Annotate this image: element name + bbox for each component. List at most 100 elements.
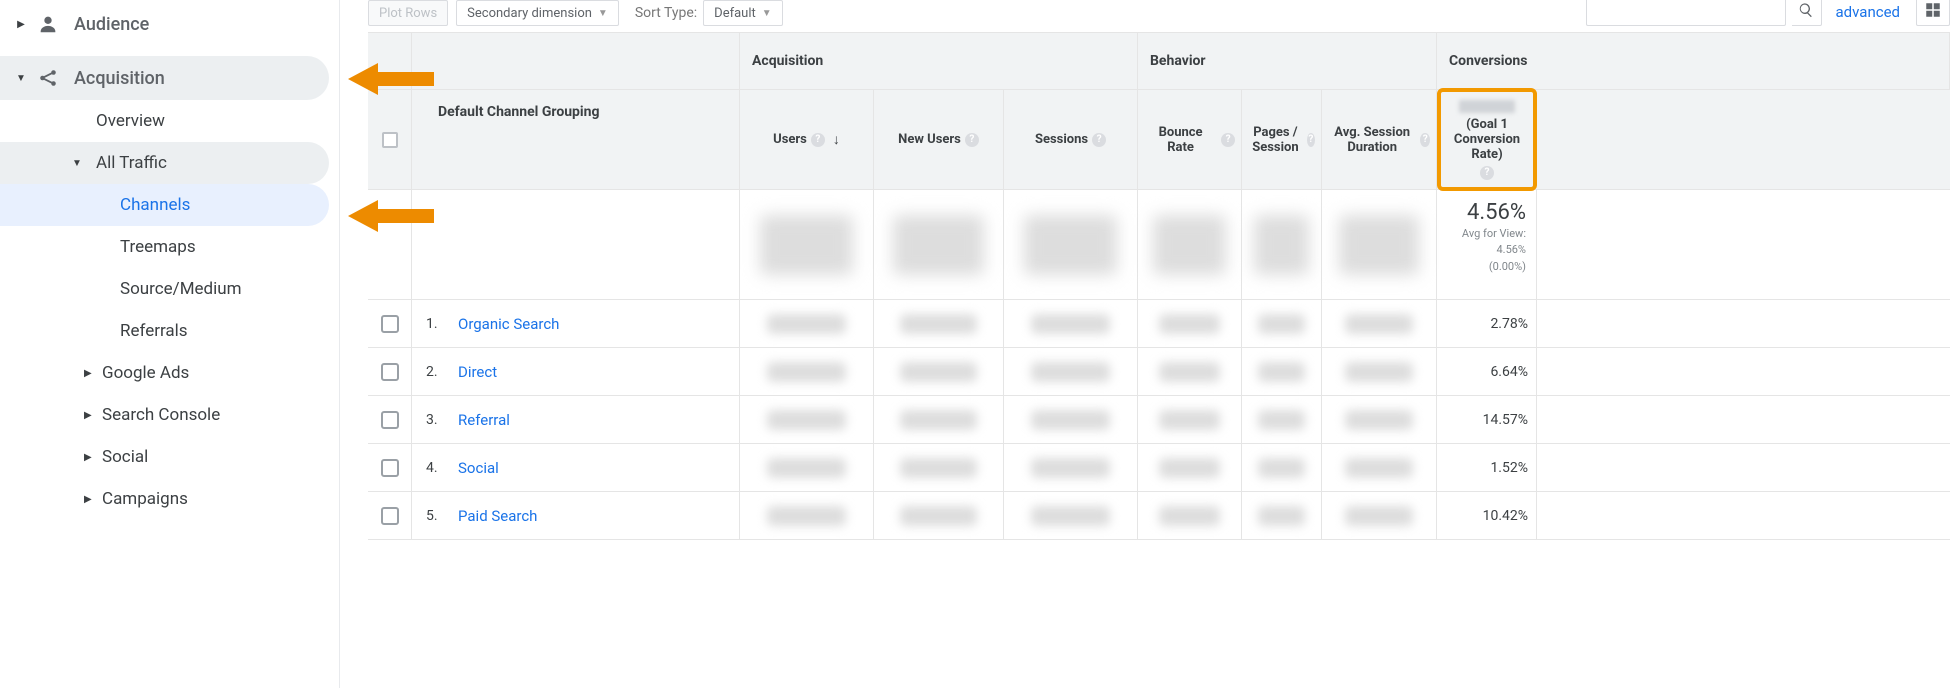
- redacted-value: [1345, 458, 1413, 478]
- table-view-button[interactable]: [1916, 0, 1950, 26]
- sidebar-label: Campaigns: [102, 489, 188, 509]
- help-icon[interactable]: ?: [1420, 133, 1430, 147]
- sidebar-item-audience[interactable]: ▶ Audience: [0, 2, 329, 46]
- select-all-checkbox[interactable]: [382, 132, 398, 148]
- row-checkbox-cell: [368, 396, 412, 443]
- sidebar-item-google-ads[interactable]: ▶ Google Ads: [0, 352, 329, 394]
- redacted-value: [1031, 410, 1111, 430]
- redacted-cell: [1322, 348, 1437, 395]
- redacted-value: [1031, 314, 1111, 334]
- grid-icon: [1924, 1, 1942, 23]
- help-icon[interactable]: ?: [811, 133, 825, 147]
- redacted-value: [1159, 314, 1221, 334]
- caret-down-icon: ▼: [72, 158, 82, 169]
- redacted-value: [767, 506, 847, 526]
- sidebar-item-overview[interactable]: Overview: [0, 100, 339, 142]
- metric-header-users[interactable]: Users?↓: [740, 90, 874, 189]
- goal1-cell: 6.64%: [1437, 348, 1537, 395]
- sidebar-item-treemaps[interactable]: Treemaps: [0, 226, 329, 268]
- table-search-input[interactable]: [1586, 0, 1786, 26]
- redacted-cell: [1138, 396, 1242, 443]
- metric-header-new-users[interactable]: New Users?: [874, 90, 1004, 189]
- channel-link[interactable]: Direct: [458, 363, 497, 381]
- redacted-value: [1159, 362, 1221, 382]
- row-number: 4.: [426, 460, 444, 476]
- sidebar-label: Source/Medium: [120, 279, 242, 299]
- goal1-cell: 1.52%: [1437, 444, 1537, 491]
- sort-type-dropdown[interactable]: Default ▼: [703, 0, 783, 26]
- redacted-cell: [1322, 300, 1437, 347]
- row-checkbox[interactable]: [381, 315, 399, 333]
- table-row: 3.Referral14.57%: [368, 396, 1950, 444]
- sidebar-item-search-console[interactable]: ▶ Search Console: [0, 394, 329, 436]
- metric-label: Sessions: [1035, 132, 1088, 147]
- row-checkbox[interactable]: [381, 507, 399, 525]
- help-icon[interactable]: ?: [1092, 133, 1106, 147]
- metric-label: New Users: [898, 132, 961, 147]
- button-label: Plot Rows: [379, 6, 437, 21]
- sort-type-label: Sort Type:: [635, 5, 697, 21]
- metric-label: Avg. Session Duration: [1328, 125, 1416, 155]
- channel-link[interactable]: Paid Search: [458, 507, 537, 525]
- caret-right-icon: ▶: [14, 19, 28, 30]
- row-checkbox[interactable]: [381, 459, 399, 477]
- summary-goal1: 4.56% Avg for View: 4.56% (0.00%): [1437, 190, 1537, 299]
- annotation-arrow-icon: [348, 196, 434, 236]
- dimension-cell: 5.Paid Search: [412, 492, 740, 539]
- metric-header-avg-duration[interactable]: Avg. Session Duration?: [1322, 90, 1437, 189]
- channel-link[interactable]: Referral: [458, 411, 510, 429]
- row-checkbox-cell: [368, 348, 412, 395]
- search-button[interactable]: [1792, 0, 1822, 26]
- help-icon[interactable]: ?: [1221, 133, 1235, 147]
- channels-table: Default Channel Grouping Acquisition Beh…: [368, 32, 1950, 540]
- person-icon: [36, 12, 60, 36]
- redacted-cell: [1322, 396, 1437, 443]
- row-checkbox[interactable]: [381, 363, 399, 381]
- advanced-filter-link[interactable]: advanced: [1836, 3, 1900, 21]
- channel-link[interactable]: Social: [458, 459, 499, 477]
- redacted-cell: [1138, 300, 1242, 347]
- channel-link[interactable]: Organic Search: [458, 315, 559, 333]
- table-row: 1.Organic Search2.78%: [368, 300, 1950, 348]
- redacted-value: [1254, 215, 1309, 275]
- metric-header-goal1-highlighted[interactable]: (Goal 1 Conversion Rate) ?: [1437, 88, 1537, 191]
- summary-value: 4.56%: [1467, 200, 1526, 225]
- redacted-cell: [1242, 444, 1322, 491]
- row-checkbox[interactable]: [381, 411, 399, 429]
- goal1-cell: 14.57%: [1437, 396, 1537, 443]
- help-icon[interactable]: ?: [965, 133, 979, 147]
- spacer: [412, 190, 740, 299]
- sidebar-item-campaigns[interactable]: ▶ Campaigns: [0, 478, 329, 520]
- table-row: 4. Social 1.52%: [368, 444, 1950, 492]
- secondary-dimension-dropdown[interactable]: Secondary dimension ▼: [456, 0, 619, 26]
- sidebar-item-referrals[interactable]: Referrals: [0, 310, 329, 352]
- chevron-down-icon: ▼: [762, 8, 772, 19]
- metric-label: Users: [773, 132, 807, 147]
- sidebar-item-source-medium[interactable]: Source/Medium: [0, 268, 329, 310]
- summary-sub: Avg for View:: [1462, 227, 1526, 241]
- sort-type-control: Sort Type: Default ▼: [635, 0, 783, 26]
- help-icon[interactable]: ?: [1480, 166, 1494, 180]
- redacted-value: [893, 215, 983, 275]
- help-icon[interactable]: ?: [1307, 133, 1315, 147]
- redacted-cell: [1004, 300, 1138, 347]
- annotation-arrow-icon: [348, 59, 434, 99]
- sidebar-item-social[interactable]: ▶ Social: [0, 436, 329, 478]
- select-all-checkbox-cell: [368, 90, 412, 189]
- summary-sub: 4.56%: [1496, 243, 1526, 257]
- metric-header-bounce-rate[interactable]: Bounce Rate?: [1138, 90, 1242, 189]
- redacted-value: [900, 506, 977, 526]
- sidebar-item-channels[interactable]: Channels: [0, 184, 329, 226]
- metric-header-pages-session[interactable]: Pages / Session?: [1242, 90, 1322, 189]
- plot-rows-button[interactable]: Plot Rows: [368, 0, 448, 26]
- sidebar-item-all-traffic[interactable]: ▼ All Traffic: [0, 142, 329, 184]
- group-label: Behavior: [1150, 53, 1206, 69]
- metric-header-sessions[interactable]: Sessions?: [1004, 90, 1138, 189]
- table-toolbar: Plot Rows Secondary dimension ▼ Sort Typ…: [368, 0, 1950, 25]
- sidebar-item-acquisition[interactable]: ▼ Acquisition: [0, 56, 329, 100]
- redacted-value: [1258, 506, 1305, 526]
- redacted-cell: [740, 492, 874, 539]
- row-checkbox-cell: [368, 492, 412, 539]
- redacted-cell: [874, 348, 1004, 395]
- group-header-acquisition: Acquisition: [740, 33, 1138, 89]
